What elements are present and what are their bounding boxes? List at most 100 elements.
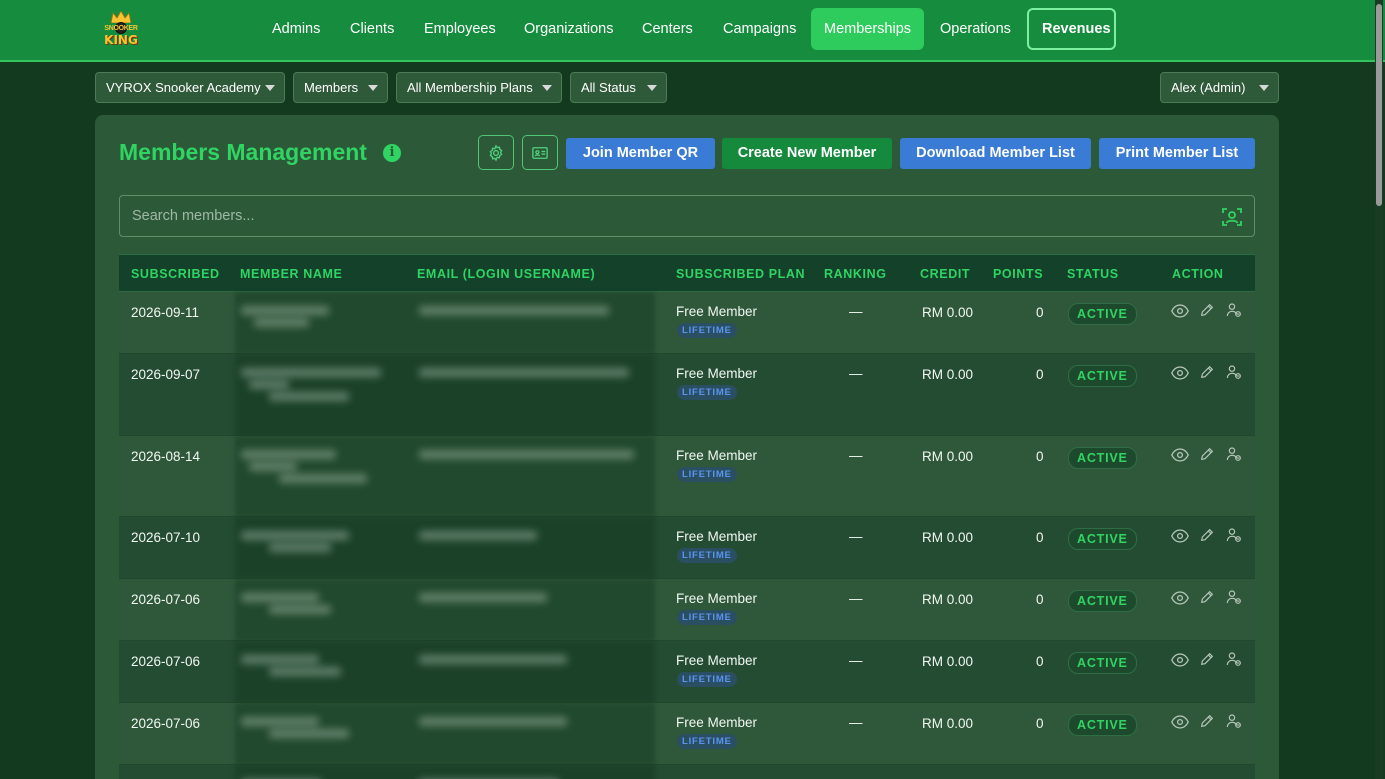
ranking-value: — <box>849 529 863 544</box>
join-member-qr-button[interactable]: Join Member QR <box>566 138 715 169</box>
user-remove-icon[interactable] <box>1225 446 1243 462</box>
nav-campaigns[interactable]: Campaigns <box>710 8 809 50</box>
center-select[interactable]: VYROX Snooker Academy <box>95 72 285 103</box>
plan-name: Free Member <box>676 366 758 381</box>
points-value: 0 <box>1036 654 1044 669</box>
subscribed-date: 2026-07-06 <box>131 592 201 607</box>
points-value: 0 <box>1036 592 1044 607</box>
subscribed-date: 2026-09-11 <box>131 305 200 320</box>
user-remove-icon[interactable] <box>1225 302 1243 318</box>
plan-duration-badge: LIFETIME <box>677 467 737 482</box>
print-member-list-button[interactable]: Print Member List <box>1099 138 1255 169</box>
logo-text-bottom: KING <box>104 33 138 47</box>
user-menu[interactable]: Alex (Admin) <box>1160 72 1279 103</box>
col-credit[interactable]: CREDIT <box>920 255 970 293</box>
credit-value: RM 0.00 <box>922 654 974 669</box>
caret-down-icon <box>368 85 378 91</box>
table-row[interactable]: 2026-09-11 Free Member LIFETIME — RM 0.00 0 AC… <box>119 292 1255 354</box>
status-select-value: All Status <box>581 80 636 95</box>
view-select-value: Members <box>304 80 359 95</box>
nav-clients[interactable]: Clients <box>337 8 407 50</box>
nav-revenues[interactable]: Revenues <box>1027 8 1116 50</box>
members-panel: Members Management i Join Member QR Crea… <box>95 115 1279 779</box>
nav-memberships[interactable]: Memberships <box>811 8 925 50</box>
points-value: 0 <box>1036 449 1044 464</box>
table-row[interactable]: 2026-07-06 Free Member LIFETIME — RM 0.00 0 AC… <box>119 703 1255 765</box>
status-badge: ACTIVE <box>1068 590 1137 612</box>
pencil-icon[interactable] <box>1198 527 1216 543</box>
redacted-text <box>419 306 609 315</box>
user-remove-icon[interactable] <box>1225 364 1243 380</box>
user-remove-icon[interactable] <box>1225 589 1243 605</box>
pencil-icon[interactable] <box>1198 589 1216 605</box>
points-value: 0 <box>1036 530 1044 545</box>
table-row[interactable]: 2026-07-06 Free Member LIFETIME — RM 0.00 0 AC… <box>119 579 1255 641</box>
eye-icon[interactable] <box>1171 365 1189 381</box>
col-plan[interactable]: SUBSCRIBED PLAN <box>676 255 805 293</box>
eye-icon[interactable] <box>1171 447 1189 463</box>
redacted-text <box>419 717 567 726</box>
redacted-text <box>269 543 331 552</box>
eye-icon[interactable] <box>1171 714 1189 730</box>
eye-icon[interactable] <box>1171 528 1189 544</box>
pencil-icon[interactable] <box>1198 364 1216 380</box>
col-ranking[interactable]: RANKING <box>824 255 887 293</box>
col-email[interactable]: EMAIL (LOGIN USERNAME) <box>417 255 595 293</box>
col-points[interactable]: POINTS <box>993 255 1043 293</box>
nav-operations[interactable]: Operations <box>927 8 1024 50</box>
search-input[interactable] <box>120 196 1210 236</box>
user-remove-icon[interactable] <box>1225 527 1243 543</box>
plan-duration-badge: LIFETIME <box>677 672 737 687</box>
table-row[interactable]: 2026-09-07 Free Member LIFETIME — RM 0.00 0 AC… <box>119 354 1255 436</box>
table-row[interactable]: Free Member <box>119 765 1255 779</box>
ranking-value: — <box>849 591 863 606</box>
snooker-king-logo[interactable]: SNOOKER KING <box>104 11 138 49</box>
caret-down-icon <box>265 85 275 91</box>
scrollbar-thumb[interactable] <box>1376 4 1382 206</box>
status-select[interactable]: All Status <box>570 72 667 103</box>
credit-value: RM 0.00 <box>922 305 974 320</box>
page-title: Members Management <box>119 139 367 165</box>
redacted-text <box>241 655 319 664</box>
nav-admins[interactable]: Admins <box>259 8 333 50</box>
info-icon[interactable]: i <box>383 144 401 162</box>
pencil-icon[interactable] <box>1198 651 1216 667</box>
member-card-button[interactable] <box>522 135 558 170</box>
plan-select[interactable]: All Membership Plans <box>396 72 562 103</box>
pencil-icon[interactable] <box>1198 446 1216 462</box>
pencil-icon[interactable] <box>1198 302 1216 318</box>
eye-icon[interactable] <box>1171 303 1189 319</box>
plan-duration-badge: LIFETIME <box>677 385 737 400</box>
points-value: 0 <box>1036 305 1044 320</box>
table-row[interactable]: 2026-08-14 Free Member LIFETIME — RM 0.00 0 AC… <box>119 436 1255 517</box>
redacted-text <box>419 450 634 459</box>
status-badge: ACTIVE <box>1068 714 1137 736</box>
col-status[interactable]: STATUS <box>1067 255 1119 293</box>
eye-icon[interactable] <box>1171 590 1189 606</box>
plan-duration-badge: LIFETIME <box>677 734 737 749</box>
redacted-text <box>254 318 309 327</box>
user-remove-icon[interactable] <box>1225 713 1243 729</box>
download-member-list-button[interactable]: Download Member List <box>900 138 1091 169</box>
table-row[interactable]: 2026-07-06 Free Member LIFETIME — RM 0.00 0 AC… <box>119 641 1255 703</box>
nav-centers[interactable]: Centers <box>629 8 706 50</box>
credit-value: RM 0.00 <box>922 449 974 464</box>
nav-organizations[interactable]: Organizations <box>511 8 626 50</box>
redacted-text <box>249 462 297 471</box>
view-select[interactable]: Members <box>293 72 388 103</box>
nav-employees[interactable]: Employees <box>411 8 509 50</box>
redacted-text <box>269 729 349 738</box>
eye-icon[interactable] <box>1171 652 1189 668</box>
face-scan-icon[interactable] <box>1220 205 1244 229</box>
col-subscribed[interactable]: SUBSCRIBED <box>131 255 220 293</box>
status-badge: ACTIVE <box>1068 652 1137 674</box>
plan-name: Free Member <box>676 448 758 463</box>
center-select-value: VYROX Snooker Academy <box>106 80 261 95</box>
credit-value: RM 0.00 <box>922 716 974 731</box>
user-remove-icon[interactable] <box>1225 651 1243 667</box>
create-new-member-button[interactable]: Create New Member <box>722 138 892 169</box>
settings-button[interactable] <box>478 135 514 170</box>
col-member-name[interactable]: MEMBER NAME <box>240 255 342 293</box>
table-row[interactable]: 2026-07-10 Free Member LIFETIME — RM 0.00 0 AC… <box>119 517 1255 579</box>
pencil-icon[interactable] <box>1198 713 1216 729</box>
